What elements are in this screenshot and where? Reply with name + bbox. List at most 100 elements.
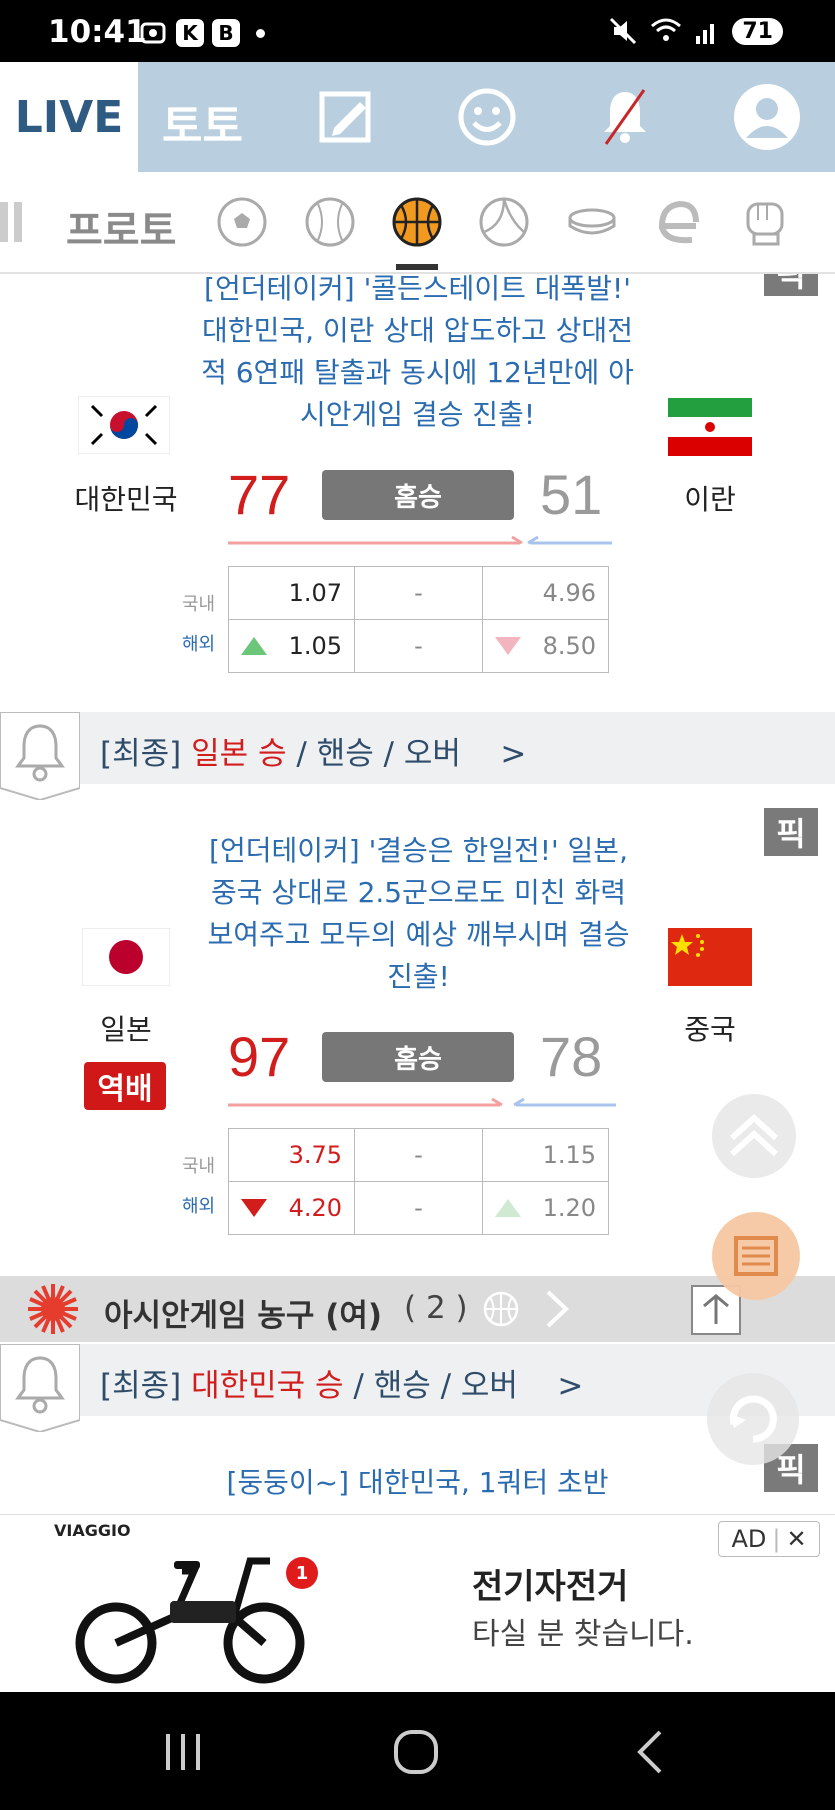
- home-team-name: 일본: [100, 1013, 152, 1046]
- overseas-odds-row: 4.20 - 1.20: [228, 1181, 609, 1235]
- edit-icon[interactable]: [314, 84, 380, 150]
- close-icon[interactable]: ✕: [786, 1525, 806, 1553]
- odds-down-icon: [241, 1199, 267, 1217]
- tab-proto[interactable]: 프로토: [66, 198, 176, 256]
- result-button[interactable]: 홈승: [322, 470, 514, 520]
- odds-value: 1.20: [542, 1194, 596, 1222]
- japan-flag-icon: [82, 928, 170, 986]
- chevron-right-icon: >: [500, 736, 527, 772]
- emoji-icon[interactable]: [454, 84, 520, 150]
- game1-headline[interactable]: [언더테이커] '콜든스테이트 대폭발!' 대한민국, 이란 상대 압도하고 상…: [190, 268, 645, 436]
- final-prefix: [최종]: [100, 1368, 182, 1404]
- asian-games-logo-icon: [28, 1284, 78, 1334]
- overseas-odds-row: 1.05 - 8.50: [228, 619, 609, 673]
- domestic-label: 국내: [182, 1156, 216, 1177]
- bell-icon[interactable]: [0, 1344, 80, 1432]
- battery-indicator: 71: [732, 17, 783, 45]
- home-score: 97: [228, 1025, 291, 1088]
- soccer-icon[interactable]: [216, 196, 268, 248]
- tab-live[interactable]: LIVE: [0, 62, 138, 172]
- refresh-button[interactable]: [704, 1370, 802, 1468]
- ad-tag-text: AD: [731, 1525, 767, 1553]
- ebike-image: [75, 1557, 305, 1684]
- odds-value: 1.05: [288, 632, 342, 660]
- domestic-odds-row: 1.07 - 4.96: [228, 566, 609, 620]
- odds-table: 1.07 - 4.96 1.05 - 8.50: [228, 566, 609, 673]
- odds-draw-overseas[interactable]: -: [354, 619, 483, 673]
- league-title: 아시안게임 농구 (여): [104, 1298, 383, 1334]
- odds-draw[interactable]: -: [354, 566, 483, 620]
- domestic-odds-row: 3.75 - 1.15: [228, 1128, 609, 1182]
- scroll-up-button[interactable]: [710, 1092, 798, 1180]
- list-button[interactable]: [710, 1210, 802, 1302]
- recent-apps-icon[interactable]: [162, 1732, 204, 1772]
- odds-home-overseas[interactable]: 1.05: [228, 619, 355, 673]
- league-header[interactable]: 아시안게임 농구 (여) ( 2 ): [0, 1276, 835, 1342]
- mute-icon: [610, 17, 637, 45]
- basketball-icon[interactable]: [391, 196, 443, 248]
- overseas-label: 해외: [182, 634, 216, 655]
- ad-notification-badge: 1: [286, 1557, 318, 1589]
- pick-badge[interactable]: 픽: [764, 808, 818, 856]
- baseball-icon[interactable]: [304, 196, 356, 248]
- odds-value: 4.20: [288, 1194, 342, 1222]
- odds-away[interactable]: 4.96: [482, 566, 609, 620]
- back-icon[interactable]: [632, 1728, 666, 1776]
- ad-title: 전기자전거: [472, 1567, 629, 1607]
- signal-icon: [696, 24, 715, 44]
- final-rest: / 핸승 / 오버: [343, 1368, 518, 1404]
- home-team-name: 대한민국: [74, 483, 178, 516]
- score-progress-arrows: [228, 1097, 616, 1107]
- odds-away-overseas[interactable]: 1.20: [482, 1181, 609, 1235]
- odds-table: 3.75 - 1.15 4.20 - 1.20: [228, 1128, 609, 1235]
- top-navigation: LIVE 토토: [0, 62, 835, 172]
- result-button[interactable]: 홈승: [322, 1032, 514, 1082]
- chevron-right-icon: [546, 1290, 569, 1328]
- clock: 10:41: [48, 14, 147, 50]
- final-result-bar[interactable]: [최종] 일본 승 / 핸승 / 오버 >: [0, 712, 835, 800]
- profile-icon[interactable]: [732, 82, 802, 152]
- odds-home[interactable]: 1.07: [228, 566, 355, 620]
- notification-off-icon[interactable]: [592, 84, 658, 150]
- odds-away[interactable]: 1.15: [482, 1128, 609, 1182]
- screenshot-icon: [140, 22, 166, 44]
- away-team-name: 중국: [684, 1013, 736, 1046]
- hockey-puck-icon[interactable]: [566, 196, 618, 248]
- odds-home[interactable]: 3.75: [228, 1128, 355, 1182]
- ad-label[interactable]: AD | ✕: [718, 1521, 820, 1557]
- basketball-outline-icon: [483, 1291, 519, 1327]
- esports-icon[interactable]: [652, 196, 704, 248]
- odds-draw-overseas[interactable]: -: [354, 1181, 483, 1235]
- pick-badge[interactable]: 픽: [764, 274, 818, 296]
- odds-draw[interactable]: -: [354, 1128, 483, 1182]
- volleyball-icon[interactable]: [478, 196, 530, 248]
- away-score: 78: [540, 1025, 603, 1088]
- b-app-icon: B: [212, 19, 240, 47]
- upset-badge: 역배: [84, 1062, 166, 1110]
- status-bar: 10:41 K B 71: [0, 0, 835, 62]
- score-progress-arrows: [228, 535, 612, 545]
- final-highlight: 일본 승: [191, 736, 287, 772]
- game3-headline[interactable]: [둥둥이~] 대한민국, 1쿼터 초반: [190, 1462, 645, 1504]
- home-icon[interactable]: [392, 1728, 440, 1776]
- final-result-text: [최종] 대한민국 승 / 핸승 / 오버 >: [100, 1360, 583, 1405]
- odds-value: 8.50: [542, 632, 596, 660]
- final-rest: / 핸승 / 오버: [286, 736, 461, 772]
- tab-toto[interactable]: 토토: [162, 90, 243, 154]
- odds-up-icon: [241, 637, 267, 655]
- ad-banner[interactable]: VIAGGIO 1 전기자전거 타실 분 찾습니다. AD | ✕: [0, 1514, 835, 1692]
- iran-flag-icon: [668, 398, 752, 456]
- odds-up-icon: [495, 1199, 521, 1217]
- game2-headline[interactable]: [언더테이커] '결승은 한일전!' 일본, 중국 상대로 2.5군으로도 미친…: [196, 830, 641, 998]
- all-sports-icon[interactable]: [0, 202, 28, 246]
- away-score: 51: [540, 463, 603, 526]
- k-app-icon: K: [176, 19, 204, 47]
- odds-away-overseas[interactable]: 8.50: [482, 619, 609, 673]
- korea-flag-icon: [78, 396, 170, 454]
- status-right-icons: 71: [608, 16, 783, 46]
- odds-home-overseas[interactable]: 4.20: [228, 1181, 355, 1235]
- fight-glove-icon[interactable]: [740, 196, 792, 248]
- odds-down-icon: [495, 637, 521, 655]
- notification-dot-icon: [256, 28, 265, 38]
- bell-icon[interactable]: [0, 712, 80, 800]
